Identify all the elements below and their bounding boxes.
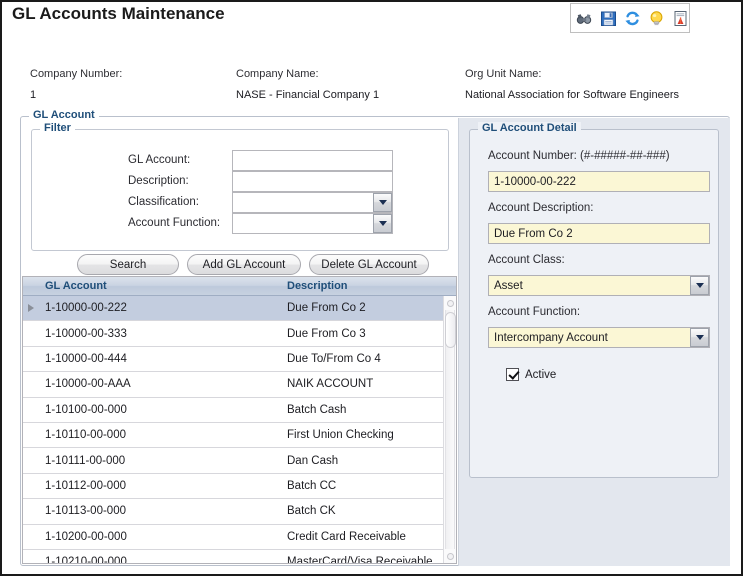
- table-row[interactable]: 1-10110-00-000 First Union Checking: [23, 422, 443, 449]
- gl-account-detail-groupbox: GL Account Detail Account Number: (#-###…: [469, 122, 719, 478]
- filter-gl-account-label: GL Account:: [128, 154, 191, 166]
- table-row[interactable]: 1-10000-00-333 Due From Co 3: [23, 321, 443, 347]
- cell-gl-account: 1-10000-00-333: [45, 327, 127, 340]
- table-row[interactable]: 1-10210-00-000 MasterCard/Visa Receivable: [23, 549, 443, 563]
- chevron-down-icon[interactable]: [373, 193, 392, 212]
- active-checkbox[interactable]: [506, 368, 519, 381]
- company-name-block: Company Name: NASE - Financial Company 1: [236, 68, 456, 101]
- company-number-block: Company Number: 1: [30, 68, 230, 101]
- cell-description: Batch CC: [287, 479, 337, 492]
- row-selected-arrow-icon: [28, 304, 34, 313]
- scrollbar-thumb[interactable]: [445, 312, 456, 348]
- gl-account-groupbox-legend: GL Account: [29, 109, 99, 121]
- cell-gl-account: 1-10000-00-AAA: [45, 378, 131, 391]
- cell-description: Batch CK: [287, 505, 336, 518]
- account-description-field[interactable]: Due From Co 2: [488, 223, 710, 244]
- table-row[interactable]: 1-10112-00-000 Batch CC: [23, 473, 443, 500]
- active-label: Active: [525, 368, 557, 381]
- cell-description: Credit Card Receivable: [287, 530, 406, 543]
- filter-description-label: Description:: [128, 175, 189, 187]
- cell-gl-account: 1-10100-00-000: [45, 403, 127, 416]
- filter-gl-account-input[interactable]: [232, 150, 393, 171]
- cell-description: Dan Cash: [287, 454, 339, 467]
- filter-classification-label: Classification:: [128, 196, 199, 208]
- account-number-field[interactable]: 1-10000-00-222: [488, 171, 710, 192]
- grid-body: 1-10000-00-222 Due From Co 2 1-10000-00-33…: [23, 296, 443, 563]
- cell-gl-account: 1-10000-00-222: [45, 302, 127, 315]
- cell-gl-account: 1-10112-00-000: [45, 479, 126, 492]
- add-gl-account-button[interactable]: Add GL Account: [187, 254, 301, 275]
- cell-description: Due To/From Co 4: [287, 352, 381, 365]
- lightbulb-icon[interactable]: [648, 10, 665, 27]
- cell-description: First Union Checking: [287, 429, 394, 442]
- filter-groupbox: Filter GL Account: Description: Classifi…: [31, 122, 449, 251]
- cell-gl-account: 1-10111-00-000: [45, 454, 126, 467]
- cell-description: NAIK ACCOUNT: [287, 378, 374, 391]
- company-number-value: 1: [30, 89, 37, 101]
- filter-classification-combo[interactable]: [232, 192, 393, 213]
- page-title: GL Accounts Maintenance: [12, 4, 225, 23]
- cell-gl-account: 1-10000-00-444: [45, 352, 127, 365]
- account-class-value: Asset: [494, 279, 523, 292]
- filter-description-input[interactable]: [232, 171, 393, 192]
- row-indicator: [23, 304, 39, 313]
- chevron-down-icon[interactable]: [690, 328, 709, 347]
- company-number-label: Company Number:: [30, 68, 123, 80]
- account-function-label: Account Function:: [488, 306, 581, 318]
- gl-accounts-maintenance-window: GL Accounts Maintenance Company Number: …: [0, 0, 743, 576]
- table-row[interactable]: 1-10111-00-000 Dan Cash: [23, 448, 443, 474]
- scroll-down-button[interactable]: [444, 549, 456, 563]
- gl-account-detail-legend: GL Account Detail: [478, 122, 581, 134]
- delete-gl-account-button[interactable]: Delete GL Account: [309, 254, 429, 275]
- cell-gl-account: 1-10113-00-000: [45, 505, 126, 518]
- company-name-value: NASE - Financial Company 1: [236, 89, 380, 101]
- table-row[interactable]: 1-10000-00-222 Due From Co 2: [23, 296, 443, 322]
- account-function-value: Intercompany Account: [494, 331, 608, 344]
- cell-gl-account: 1-10200-00-000: [45, 530, 127, 543]
- cell-description: Batch Cash: [287, 403, 347, 416]
- filter-account-function-label: Account Function:: [128, 217, 221, 229]
- org-unit-value: National Association for Software Engine…: [465, 89, 680, 101]
- account-class-combo[interactable]: Asset: [488, 275, 710, 296]
- account-description-label: Account Description:: [488, 202, 594, 214]
- toolbar: [570, 3, 690, 33]
- search-button[interactable]: Search: [77, 254, 179, 275]
- grid-header-row: GL Account Description: [23, 277, 456, 296]
- cell-description: Due From Co 2: [287, 302, 366, 315]
- account-function-combo[interactable]: Intercompany Account: [488, 327, 710, 348]
- save-icon[interactable]: [600, 10, 617, 27]
- cell-description: MasterCard/Visa Receivable: [287, 556, 433, 563]
- chevron-down-icon[interactable]: [690, 276, 709, 295]
- filter-account-function-combo[interactable]: [232, 213, 393, 234]
- gl-account-groupbox: GL Account Filter GL Account: Descriptio…: [20, 109, 730, 566]
- cell-description: Due From Co 3: [287, 327, 366, 340]
- binoculars-icon[interactable]: [576, 10, 593, 27]
- cell-gl-account: 1-10110-00-000: [45, 429, 126, 442]
- chevron-down-icon[interactable]: [373, 214, 392, 233]
- company-name-label: Company Name:: [236, 68, 319, 80]
- grid-header-gl-account[interactable]: GL Account: [39, 280, 282, 292]
- report-icon[interactable]: [672, 10, 689, 27]
- org-unit-label: Org Unit Name:: [465, 68, 542, 80]
- gl-account-grid: GL Account Description 1-10000-00-222 Due…: [22, 276, 457, 564]
- table-row[interactable]: 1-10000-00-AAA NAIK ACCOUNT: [23, 372, 443, 398]
- grid-vertical-scrollbar[interactable]: [443, 296, 456, 563]
- table-row[interactable]: 1-10113-00-000 Batch CK: [23, 499, 443, 525]
- active-checkbox-row[interactable]: Active: [506, 368, 556, 381]
- cell-gl-account: 1-10210-00-000: [45, 556, 127, 563]
- org-unit-block: Org Unit Name: National Association for …: [465, 68, 735, 101]
- account-class-label: Account Class:: [488, 254, 565, 266]
- filter-groupbox-legend: Filter: [40, 122, 75, 134]
- table-row[interactable]: 1-10100-00-000 Batch Cash: [23, 397, 443, 423]
- table-row[interactable]: 1-10000-00-444 Due To/From Co 4: [23, 346, 443, 373]
- refresh-icon[interactable]: [624, 10, 641, 27]
- account-number-label: Account Number: (#-#####-##-###): [488, 150, 670, 162]
- table-row[interactable]: 1-10200-00-000 Credit Card Receivable: [23, 524, 443, 550]
- grid-header-description[interactable]: Description: [282, 280, 456, 292]
- scroll-up-button[interactable]: [444, 296, 456, 310]
